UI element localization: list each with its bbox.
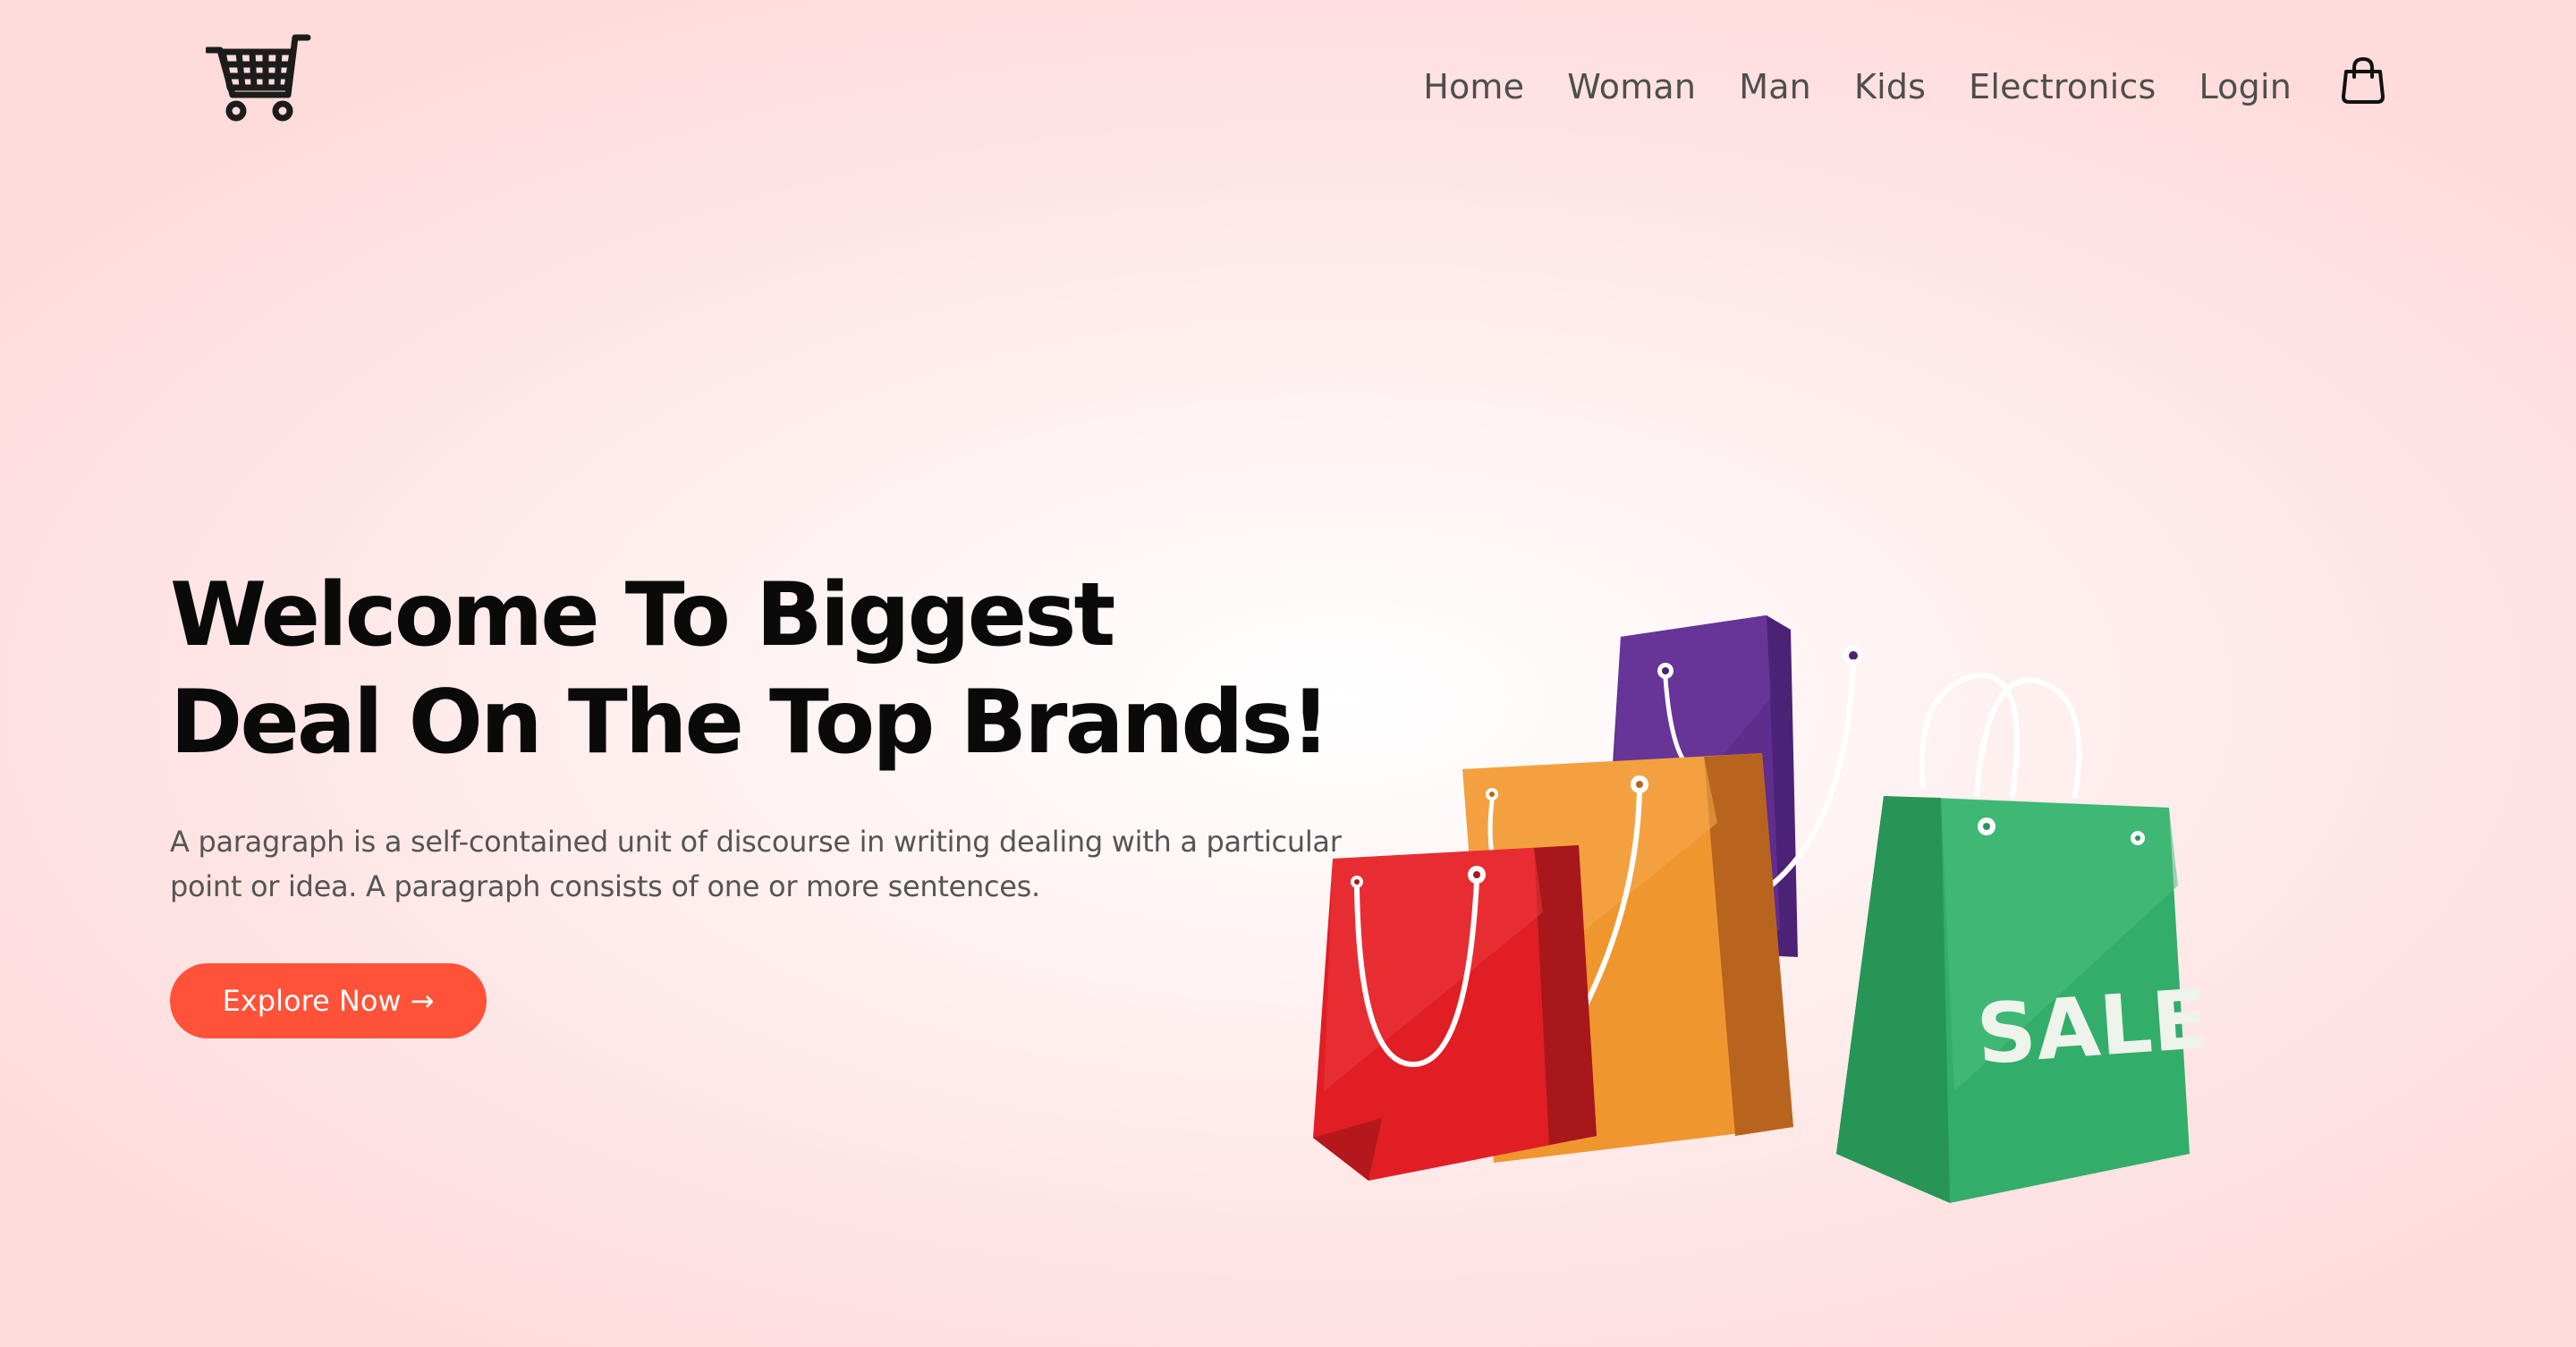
shopping-cart-icon[interactable] [206,30,311,123]
hero-title: Welcome To Biggest Deal On The Top Brand… [170,562,1333,776]
shopping-bags-illustration: SALE [1313,615,2211,1203]
nav-login[interactable]: Login [2199,67,2292,106]
green-bag: SALE [1836,796,2211,1203]
nav-man[interactable]: Man [1739,67,1811,106]
hero-section: Welcome To Biggest Deal On The Top Brand… [170,562,1342,909]
nav-electronics[interactable]: Electronics [1969,67,2156,106]
hero-title-line-2: Deal On The Top Brands! [170,672,1331,774]
sale-label: SALE [1974,971,2212,1083]
hero-title-line-1: Welcome To Biggest [170,564,1115,666]
explore-now-button[interactable]: Explore Now → [170,963,487,1038]
explore-now-label: Explore Now [222,984,402,1018]
site-header: Home Woman Man Kids Electronics Login [0,0,2576,179]
arrow-right-icon: → [410,984,435,1018]
red-bag [1313,845,1597,1181]
nav-home[interactable]: Home [1423,67,1524,106]
shopping-bag-icon[interactable] [2338,55,2388,106]
nav-woman[interactable]: Woman [1567,67,1696,106]
main-nav: Home Woman Man Kids Electronics Login [1342,55,2388,118]
nav-kids[interactable]: Kids [1854,67,1926,106]
hero-paragraph: A paragraph is a self-contained unit of … [170,825,1342,903]
